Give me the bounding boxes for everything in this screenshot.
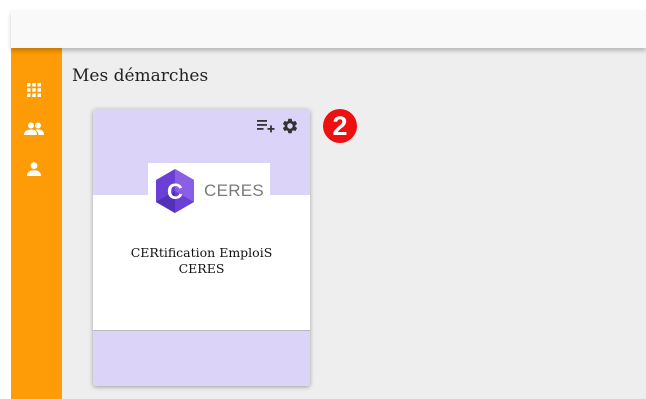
card-footer [93, 331, 310, 386]
gear-icon[interactable] [280, 117, 300, 135]
hexagon-logo-icon: C [156, 169, 194, 213]
card-title-line-2: CERES [178, 261, 225, 276]
sidebar [11, 48, 62, 399]
card-title: CERtification EmploiS CERES [103, 245, 300, 277]
procedure-card[interactable]: C CERES CERtification EmploiS CERES [93, 109, 310, 386]
ceres-logo: C CERES [148, 163, 270, 218]
apps-grid-icon[interactable] [24, 80, 44, 100]
card-title-line-1: CERtification EmploiS [130, 245, 273, 260]
logo-letter: C [167, 179, 183, 204]
main-content: Mes démarches C CERES CERtification Empl… [62, 48, 646, 399]
playlist-add-icon[interactable] [256, 117, 276, 135]
page-title: Mes démarches [72, 66, 209, 86]
person-icon[interactable] [24, 159, 44, 179]
group-icon[interactable] [24, 119, 44, 139]
logo-text: CERES [204, 181, 265, 200]
step-number-badge: 2 [323, 109, 357, 143]
top-app-bar [11, 10, 646, 48]
